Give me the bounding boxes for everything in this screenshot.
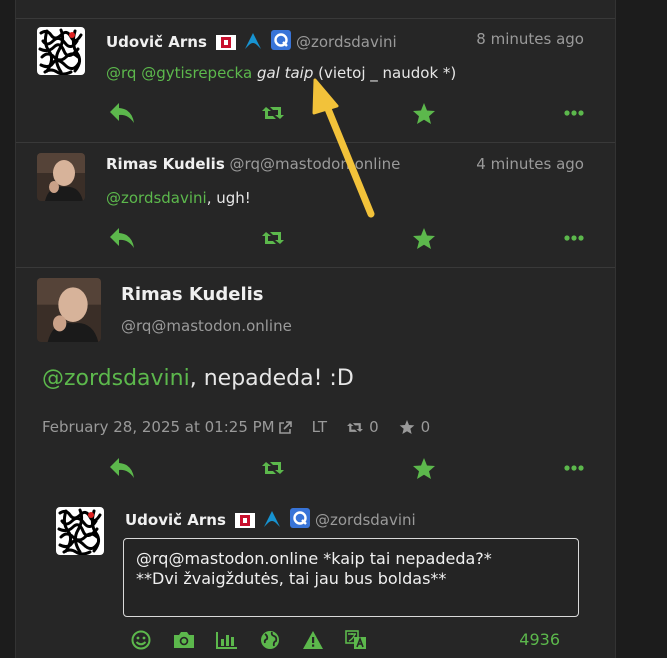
emoji-button[interactable]: [129, 628, 153, 652]
media-button[interactable]: [172, 628, 196, 652]
avatar[interactable]: [37, 153, 85, 201]
reply-button[interactable]: [108, 100, 136, 126]
more-button[interactable]: [560, 225, 588, 251]
ellipsis-icon: [564, 235, 584, 241]
boost-icon: [262, 107, 284, 119]
arch-icon: [263, 510, 281, 532]
content-text: , ugh!: [206, 189, 251, 207]
boost-button[interactable]: [259, 100, 287, 126]
mention-link[interactable]: @zordsdavini: [106, 189, 207, 207]
boost-icon: [262, 232, 284, 244]
compose-header: Udovič Arns @zordsdavini: [125, 508, 416, 532]
person-photo-avatar-icon: [37, 153, 85, 201]
star-icon: [413, 102, 435, 124]
status-content: @rq @gytisrepecka gal taip (vietoj _ nau…: [106, 64, 456, 82]
person-photo-avatar-icon: [37, 278, 101, 342]
account-handle[interactable]: @zordsdavini: [296, 33, 397, 51]
display-name[interactable]: Rimas Kudelis: [121, 284, 264, 305]
boost-button[interactable]: [259, 455, 287, 481]
reply-button[interactable]: [108, 455, 136, 481]
language-button[interactable]: [344, 628, 368, 652]
status-actions: [108, 455, 588, 481]
mention-link[interactable]: @gytisrepecka: [141, 64, 252, 82]
star-icon: [399, 420, 414, 434]
mention-link[interactable]: @rq: [106, 64, 136, 82]
arch-icon: [244, 32, 262, 54]
boost-count[interactable]: 0: [347, 418, 379, 436]
account-handle[interactable]: @rq@mastodon.online: [121, 317, 292, 335]
status-item[interactable]: Udovič Arns @zordsdavini 8 minutes ago @…: [16, 19, 615, 142]
status-header: Udovič Arns @zordsdavini: [106, 30, 397, 54]
star-icon: [413, 227, 435, 249]
favourite-count[interactable]: 0: [399, 418, 431, 436]
status-content: @zordsdavini, nepadeda! :D: [42, 366, 354, 391]
avatar[interactable]: [37, 27, 85, 75]
account-handle: @zordsdavini: [315, 511, 416, 529]
ellipsis-icon: [564, 110, 584, 116]
content-text: (vietoj _ naudok *): [318, 64, 457, 82]
display-name: Udovič Arns: [125, 511, 226, 529]
ellipsis-icon: [564, 465, 584, 471]
avatar[interactable]: [56, 507, 104, 555]
account-handle[interactable]: @rq@mastodon.online: [230, 155, 401, 173]
favourite-count-value: 0: [420, 418, 431, 436]
content-warning-button[interactable]: [301, 628, 325, 652]
star-icon: [413, 457, 435, 479]
status-actions: [108, 100, 588, 126]
flag-icon: [234, 513, 255, 532]
reply-icon: [110, 458, 134, 478]
divider: [16, 267, 615, 268]
status-actions: [108, 225, 588, 251]
lace-pattern-avatar-icon: [56, 507, 104, 555]
qubes-icon: [290, 508, 311, 532]
status-header: Rimas Kudelis @rq@mastodon.online: [106, 155, 400, 173]
visibility-button[interactable]: [258, 628, 282, 652]
globe-icon: [261, 631, 279, 649]
status-date[interactable]: February 28, 2025 at 01:25 PM: [42, 418, 275, 436]
flag-icon: [215, 35, 236, 54]
italic-text: gal taip: [256, 64, 314, 82]
boost-button[interactable]: [259, 225, 287, 251]
camera-icon: [174, 632, 194, 648]
boost-icon: [262, 462, 284, 474]
avatar[interactable]: [37, 278, 101, 342]
compose-textarea[interactable]: @rq@mastodon.online *kaip tai nepadeda?*…: [123, 538, 579, 617]
boost-icon: [347, 422, 364, 432]
timeline-column: Udovič Arns @zordsdavini 8 minutes ago @…: [15, 0, 616, 658]
poll-icon: [216, 632, 237, 649]
display-name[interactable]: Udovič Arns: [106, 33, 207, 51]
reply-button[interactable]: [108, 225, 136, 251]
external-link-icon: [278, 420, 292, 434]
status-item[interactable]: Rimas Kudelis @rq@mastodon.online 4 minu…: [16, 143, 615, 267]
more-button[interactable]: [560, 100, 588, 126]
reply-icon: [110, 103, 134, 123]
more-button[interactable]: [560, 455, 588, 481]
warning-icon: [303, 631, 323, 649]
mention-link[interactable]: @zordsdavini: [42, 366, 190, 391]
emoji-icon: [131, 630, 151, 650]
character-counter: 4936: [519, 630, 560, 649]
content-text: , nepadeda! :D: [189, 366, 354, 391]
favourite-button[interactable]: [410, 455, 438, 481]
qubes-icon: [271, 30, 292, 54]
timestamp[interactable]: 4 minutes ago: [476, 155, 584, 173]
lace-pattern-avatar-icon: [37, 27, 85, 75]
favourite-button[interactable]: [410, 225, 438, 251]
timestamp[interactable]: 8 minutes ago: [476, 30, 584, 48]
display-name[interactable]: Rimas Kudelis: [106, 155, 225, 173]
reply-icon: [110, 228, 134, 248]
boost-count-value: 0: [369, 418, 379, 436]
language-label: LT: [311, 418, 328, 436]
translate-icon: [345, 630, 366, 649]
status-content: @zordsdavini, ugh!: [106, 189, 251, 207]
favourite-button[interactable]: [410, 100, 438, 126]
poll-button[interactable]: [215, 628, 239, 652]
status-meta: February 28, 2025 at 01:25 PM LT 0 0: [42, 418, 430, 436]
